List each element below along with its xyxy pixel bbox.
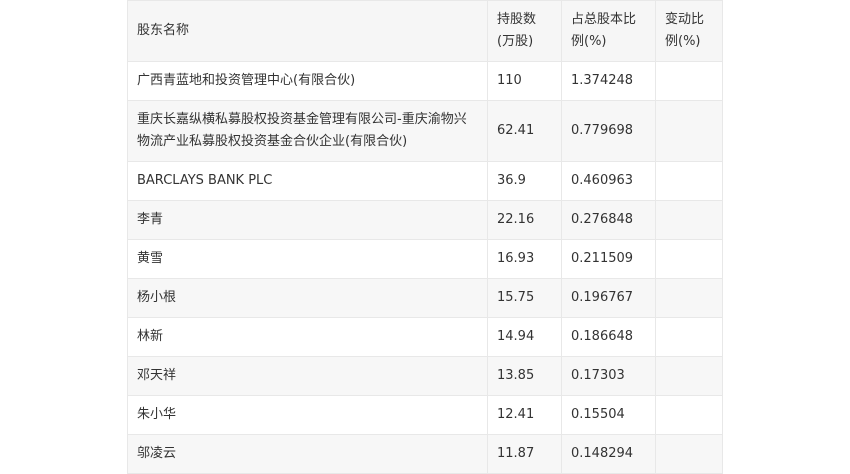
table-row: 林新 14.94 0.186648 — [127, 317, 723, 357]
table-row: 广西青蓝地和投资管理中心(有限合伙) 110 1.374248 — [127, 61, 723, 101]
share-ratio: 0.460963 — [561, 161, 656, 201]
share-ratio: 0.276848 — [561, 200, 656, 240]
shareholder-name: 李青 — [127, 200, 488, 240]
shares-held: 22.16 — [487, 200, 562, 240]
shares-held: 36.9 — [487, 161, 562, 201]
table-row: BARCLAYS BANK PLC 36.9 0.460963 — [127, 161, 723, 201]
shareholder-table: 股东名称 持股数(万股) 占总股本比例(%) 变动比例(%) 广西青蓝地和投资管… — [127, 0, 723, 474]
share-ratio: 0.196767 — [561, 278, 656, 318]
shareholder-name: 杨小根 — [127, 278, 488, 318]
shareholder-name: 黄雪 — [127, 239, 488, 279]
shareholder-name: 朱小华 — [127, 395, 488, 435]
table-row: 朱小华 12.41 0.15504 — [127, 395, 723, 435]
change-ratio — [655, 200, 723, 240]
table-row: 重庆长嘉纵横私募股权投资基金管理有限公司-重庆渝物兴物流产业私募股权投资基金合伙… — [127, 100, 723, 162]
change-ratio — [655, 356, 723, 396]
shareholder-name: BARCLAYS BANK PLC — [127, 161, 488, 201]
table-row: 邓天祥 13.85 0.17303 — [127, 356, 723, 396]
shareholder-name: 邬凌云 — [127, 434, 488, 474]
share-ratio: 0.15504 — [561, 395, 656, 435]
shares-held: 110 — [487, 61, 562, 101]
shareholder-table-container: 股东名称 持股数(万股) 占总股本比例(%) 变动比例(%) 广西青蓝地和投资管… — [127, 0, 723, 474]
table-row: 李青 22.16 0.276848 — [127, 200, 723, 240]
share-ratio: 0.779698 — [561, 100, 656, 162]
change-ratio — [655, 61, 723, 101]
header-shareholder-name: 股东名称 — [127, 0, 488, 62]
shares-held: 13.85 — [487, 356, 562, 396]
shareholder-name: 广西青蓝地和投资管理中心(有限合伙) — [127, 61, 488, 101]
change-ratio — [655, 161, 723, 201]
shares-held: 15.75 — [487, 278, 562, 318]
share-ratio: 0.211509 — [561, 239, 656, 279]
change-ratio — [655, 100, 723, 162]
change-ratio — [655, 239, 723, 279]
change-ratio — [655, 434, 723, 474]
share-ratio: 0.148294 — [561, 434, 656, 474]
shareholder-name: 林新 — [127, 317, 488, 357]
shares-held: 62.41 — [487, 100, 562, 162]
table-header-row: 股东名称 持股数(万股) 占总股本比例(%) 变动比例(%) — [127, 0, 723, 62]
share-ratio: 0.17303 — [561, 356, 656, 396]
change-ratio — [655, 278, 723, 318]
header-shares-held: 持股数(万股) — [487, 0, 562, 62]
table-row: 杨小根 15.75 0.196767 — [127, 278, 723, 318]
share-ratio: 0.186648 — [561, 317, 656, 357]
header-change-ratio: 变动比例(%) — [655, 0, 723, 62]
shares-held: 14.94 — [487, 317, 562, 357]
share-ratio: 1.374248 — [561, 61, 656, 101]
change-ratio — [655, 395, 723, 435]
shares-held: 16.93 — [487, 239, 562, 279]
shareholder-name: 邓天祥 — [127, 356, 488, 396]
shares-held: 12.41 — [487, 395, 562, 435]
shares-held: 11.87 — [487, 434, 562, 474]
shareholder-name: 重庆长嘉纵横私募股权投资基金管理有限公司-重庆渝物兴物流产业私募股权投资基金合伙… — [127, 100, 488, 162]
change-ratio — [655, 317, 723, 357]
table-row: 邬凌云 11.87 0.148294 — [127, 434, 723, 474]
table-row: 黄雪 16.93 0.211509 — [127, 239, 723, 279]
header-share-ratio: 占总股本比例(%) — [561, 0, 656, 62]
